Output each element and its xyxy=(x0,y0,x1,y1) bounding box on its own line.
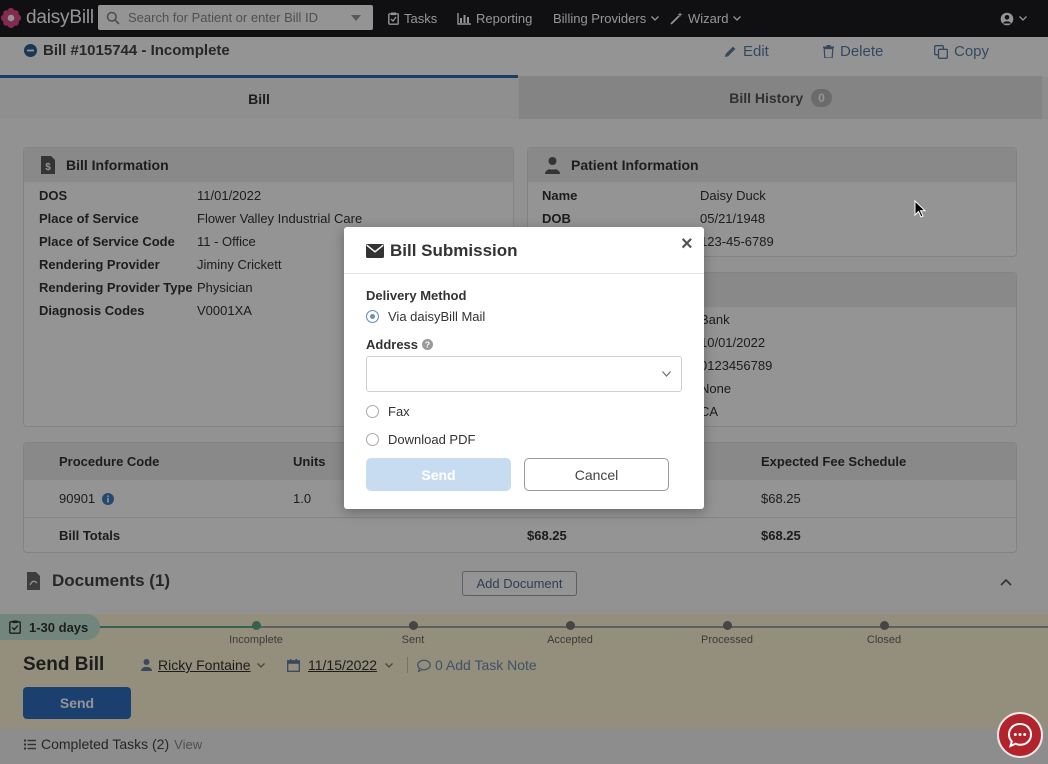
option-mail-label: Via daisyBill Mail xyxy=(388,309,486,324)
delivery-option-fax[interactable]: Fax xyxy=(366,404,410,419)
chat-support-button[interactable] xyxy=(997,712,1043,758)
delivery-option-mail[interactable]: Via daisyBill Mail xyxy=(366,309,485,324)
modal-close-button[interactable]: × xyxy=(681,233,693,256)
radio-mail[interactable] xyxy=(366,310,379,323)
chat-bubble-icon xyxy=(1007,722,1033,748)
address-label: Address ? xyxy=(366,337,434,352)
address-label-text: Address xyxy=(366,337,419,352)
option-fax-label: Fax xyxy=(388,404,410,419)
delivery-method-label: Delivery Method xyxy=(366,288,467,303)
mouse-cursor-icon xyxy=(914,200,926,218)
modal-divider xyxy=(344,273,704,274)
chevron-down-icon xyxy=(662,371,671,377)
bill-submission-modal: Bill Submission × Delivery Method Via da… xyxy=(344,227,704,509)
modal-send-button[interactable]: Send xyxy=(366,458,511,491)
help-icon[interactable]: ? xyxy=(422,339,434,350)
radio-pdf[interactable] xyxy=(366,433,379,446)
envelope-icon xyxy=(366,244,384,258)
address-select[interactable] xyxy=(366,356,682,392)
modal-title-text: Bill Submission xyxy=(390,241,518,260)
radio-fax[interactable] xyxy=(366,405,379,418)
modal-title: Bill Submission xyxy=(366,241,518,261)
delivery-option-pdf[interactable]: Download PDF xyxy=(366,432,475,447)
modal-cancel-button[interactable]: Cancel xyxy=(524,458,669,491)
svg-text:?: ? xyxy=(425,340,430,350)
option-pdf-label: Download PDF xyxy=(388,432,476,447)
